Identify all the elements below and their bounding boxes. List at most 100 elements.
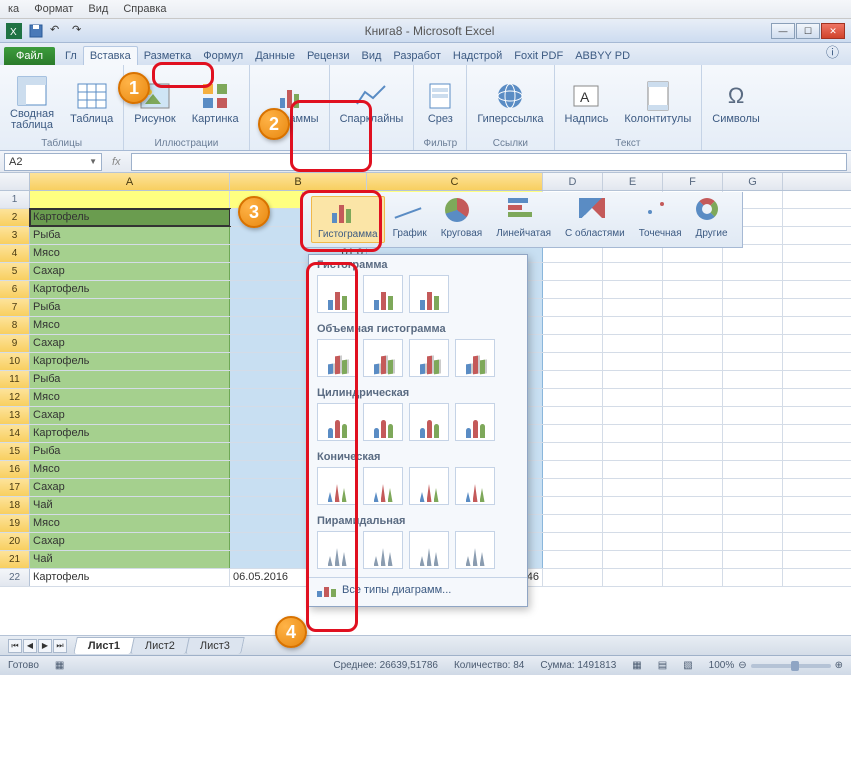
first-sheet-button[interactable]: ⏮ (8, 639, 22, 653)
cell[interactable] (663, 569, 723, 586)
fx-icon[interactable]: fx (112, 156, 121, 168)
name-box[interactable]: A2▼ (4, 153, 102, 171)
cell[interactable] (723, 407, 783, 424)
cell[interactable] (543, 443, 603, 460)
cell[interactable]: Картофель (30, 569, 230, 586)
row-header[interactable]: 21 (0, 551, 30, 568)
cell[interactable] (603, 551, 663, 568)
chart-option[interactable] (455, 339, 495, 377)
menu-item[interactable]: Формат (34, 3, 73, 15)
chart-option[interactable] (455, 467, 495, 505)
col-header-a[interactable]: A (30, 173, 230, 190)
clipart-button[interactable]: Картинка (188, 78, 243, 127)
zoom-control[interactable]: 100% ⊖ ⊕ (709, 660, 843, 671)
tab-data[interactable]: Данные (249, 47, 301, 65)
cell[interactable] (723, 335, 783, 352)
chart-option[interactable] (363, 275, 403, 313)
cell[interactable] (603, 389, 663, 406)
symbols-button[interactable]: Ω Символы (708, 78, 764, 127)
cell[interactable]: Мясо (30, 515, 230, 532)
row-header[interactable]: 11 (0, 371, 30, 388)
chart-option[interactable] (317, 339, 357, 377)
tab-foxit[interactable]: Foxit PDF (508, 47, 569, 65)
cell[interactable] (603, 371, 663, 388)
cell[interactable] (603, 281, 663, 298)
tab-developer[interactable]: Разработ (387, 47, 446, 65)
row-header[interactable]: 14 (0, 425, 30, 442)
cell[interactable]: Картофель (30, 281, 230, 298)
row-header[interactable]: 1 (0, 191, 30, 208)
save-icon[interactable] (28, 23, 44, 39)
cell[interactable] (543, 407, 603, 424)
cell[interactable] (543, 371, 603, 388)
cell[interactable] (543, 479, 603, 496)
row-header[interactable]: 2 (0, 209, 30, 226)
cell[interactable]: Сахар (30, 479, 230, 496)
chart-option[interactable] (317, 531, 357, 569)
undo-icon[interactable]: ↶ (50, 23, 66, 39)
cell[interactable]: Картофель (30, 425, 230, 442)
menu-item[interactable]: Вид (88, 3, 108, 15)
chart-option[interactable] (317, 467, 357, 505)
cell[interactable] (603, 299, 663, 316)
cell[interactable] (723, 389, 783, 406)
cell[interactable]: Сахар (30, 533, 230, 550)
tab-review[interactable]: Рецензи (301, 47, 356, 65)
chart-option[interactable] (455, 531, 495, 569)
cell[interactable] (663, 515, 723, 532)
cell[interactable] (663, 353, 723, 370)
row-header[interactable]: 3 (0, 227, 30, 244)
cell[interactable] (663, 479, 723, 496)
cell[interactable] (543, 533, 603, 550)
chart-option[interactable] (317, 403, 357, 441)
cell[interactable] (603, 317, 663, 334)
row-header[interactable]: 13 (0, 407, 30, 424)
chart-bar-button[interactable]: Линейчатая (490, 196, 557, 243)
cell[interactable]: Рыба (30, 227, 230, 244)
help-icon[interactable]: ⓘ (818, 38, 847, 65)
all-chart-types-button[interactable]: Все типы диаграмм... (309, 577, 527, 602)
cell[interactable]: Чай (30, 497, 230, 514)
chart-option[interactable] (409, 275, 449, 313)
chart-other-button[interactable]: Другие (690, 196, 734, 243)
cell[interactable] (663, 317, 723, 334)
tab-view[interactable]: Вид (356, 47, 388, 65)
cell[interactable] (603, 461, 663, 478)
cell[interactable] (543, 461, 603, 478)
cell[interactable] (543, 569, 603, 586)
cell[interactable] (663, 407, 723, 424)
cell[interactable] (723, 443, 783, 460)
cell[interactable] (723, 515, 783, 532)
cell[interactable]: Чай (30, 551, 230, 568)
cell[interactable] (603, 569, 663, 586)
cell[interactable] (723, 533, 783, 550)
cell[interactable] (603, 533, 663, 550)
textbox-button[interactable]: A Надпись (561, 78, 613, 127)
row-header[interactable]: 12 (0, 389, 30, 406)
cell[interactable] (543, 353, 603, 370)
cell[interactable] (603, 497, 663, 514)
cell[interactable] (723, 569, 783, 586)
cell[interactable] (543, 425, 603, 442)
chart-option[interactable] (409, 467, 449, 505)
cell[interactable] (723, 551, 783, 568)
sparklines-button[interactable]: Спарклайны (336, 78, 408, 127)
zoom-out-button[interactable]: ⊖ (738, 660, 746, 671)
row-header[interactable]: 5 (0, 263, 30, 280)
row-header[interactable]: 10 (0, 353, 30, 370)
tab-formulas[interactable]: Формул (197, 47, 249, 65)
row-header[interactable]: 4 (0, 245, 30, 262)
cell[interactable] (663, 389, 723, 406)
cell[interactable] (663, 281, 723, 298)
cell[interactable] (543, 389, 603, 406)
chart-pie-button[interactable]: Круговая (435, 196, 488, 243)
cell[interactable] (663, 371, 723, 388)
tab-layout[interactable]: Разметка (138, 47, 198, 65)
cell[interactable] (663, 425, 723, 442)
chart-option[interactable] (363, 339, 403, 377)
maximize-button[interactable]: ☐ (796, 23, 820, 39)
view-layout-icon[interactable]: ▤ (658, 660, 667, 671)
cell[interactable]: Картофель (30, 209, 230, 226)
cell[interactable] (543, 551, 603, 568)
cell[interactable]: Сахар (30, 407, 230, 424)
